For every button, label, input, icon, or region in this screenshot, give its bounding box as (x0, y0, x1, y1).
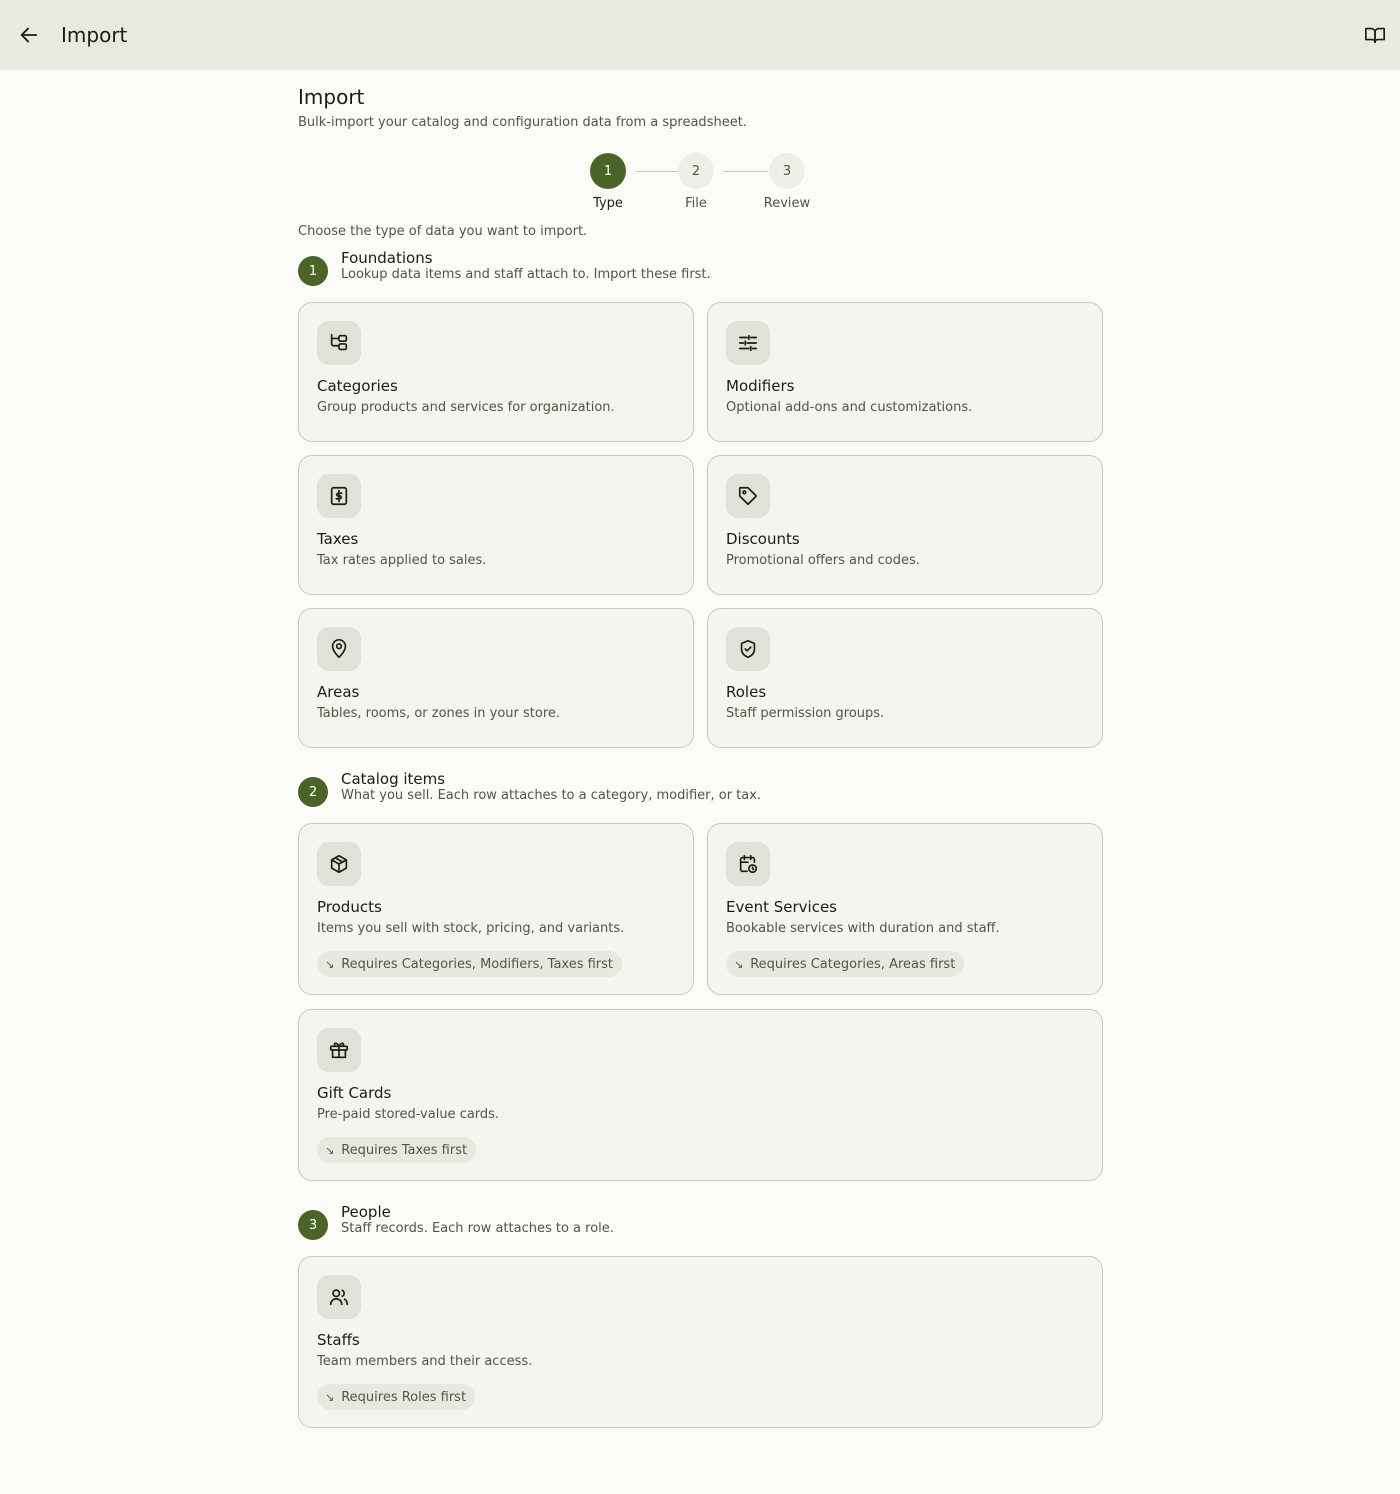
card-description: Group products and services for organiza… (317, 400, 615, 415)
step-type[interactable]: 1 Type (578, 153, 638, 212)
sliders-icon (726, 321, 770, 365)
card-title: Event Services (726, 898, 837, 916)
card-title: Products (317, 898, 382, 916)
section-description: What you sell. Each row attaches to a ca… (341, 788, 762, 803)
arrow-down-right-icon: ↘ (325, 957, 335, 971)
card-categories[interactable]: Categories Group products and services f… (298, 302, 694, 442)
requirement-text: Requires Taxes first (341, 1142, 468, 1158)
requirement-chip: ↘ Requires Categories, Modifiers, Taxes … (317, 951, 623, 977)
card-gift-cards[interactable]: Gift Cards Pre-paid stored-value cards. … (298, 1009, 1103, 1181)
requirement-text: Requires Roles first (341, 1389, 467, 1405)
card-event-services[interactable]: Event Services Bookable services with du… (707, 823, 1103, 995)
step-number: 3 (769, 153, 805, 189)
app-bar-title: Import (61, 23, 128, 47)
step-label: File (685, 196, 707, 211)
map-pin-icon (317, 627, 361, 671)
book-open-icon[interactable] (1360, 20, 1390, 50)
requirement-chip: ↘ Requires Taxes first (317, 1137, 477, 1163)
section-title: Catalog items (341, 770, 446, 788)
card-description: Bookable services with duration and staf… (726, 921, 1000, 936)
card-title: Gift Cards (317, 1084, 392, 1102)
step-number: 1 (590, 153, 626, 189)
page-title: Import (298, 85, 365, 109)
users-icon (317, 1275, 361, 1319)
arrow-down-right-icon: ↘ (325, 1390, 335, 1404)
card-title: Taxes (317, 530, 359, 548)
receipt-dollar-icon (317, 474, 361, 518)
step-review[interactable]: 3 Review (757, 153, 817, 212)
tag-icon (726, 474, 770, 518)
card-description: Staff permission groups. (726, 706, 885, 721)
section-description: Staff records. Each row attaches to a ro… (341, 1221, 614, 1236)
section-number: 1 (298, 256, 328, 286)
card-title: Modifiers (726, 377, 795, 395)
card-description: Optional add-ons and customizations. (726, 400, 973, 415)
instruction-text: Choose the type of data you want to impo… (298, 224, 588, 239)
arrow-left-icon[interactable] (12, 18, 46, 52)
card-description: Team members and their access. (317, 1354, 533, 1369)
arrow-down-right-icon: ↘ (734, 957, 744, 971)
section-catalog-items: 2 Catalog items What you sell. Each row … (298, 770, 1103, 811)
card-areas[interactable]: Areas Tables, rooms, or zones in your st… (298, 608, 694, 748)
card-description: Pre-paid stored-value cards. (317, 1107, 500, 1122)
section-number: 3 (298, 1210, 328, 1240)
card-modifiers[interactable]: Modifiers Optional add-ons and customiza… (707, 302, 1103, 442)
calendar-clock-icon (726, 842, 770, 886)
card-roles[interactable]: Roles Staff permission groups. (707, 608, 1103, 748)
requirement-chip: ↘ Requires Categories, Areas first (726, 951, 965, 977)
card-description: Promotional offers and codes. (726, 553, 920, 568)
section-foundations: 1 Foundations Lookup data items and staf… (298, 249, 1103, 290)
card-staffs[interactable]: Staffs Team members and their access. ↘ … (298, 1256, 1103, 1428)
card-description: Items you sell with stock, pricing, and … (317, 921, 625, 936)
step-number: 2 (678, 153, 714, 189)
gift-icon (317, 1028, 361, 1072)
section-people: 3 People Staff records. Each row attache… (298, 1203, 1103, 1244)
card-title: Categories (317, 377, 398, 395)
requirement-text: Requires Categories, Areas first (750, 956, 956, 972)
arrow-down-right-icon: ↘ (325, 1143, 335, 1157)
shield-check-icon (726, 627, 770, 671)
section-title: Foundations (341, 249, 433, 267)
section-number: 2 (298, 777, 328, 807)
section-description: Lookup data items and staff attach to. I… (341, 267, 711, 282)
card-title: Staffs (317, 1331, 360, 1349)
section-title: People (341, 1203, 391, 1221)
step-file[interactable]: 2 File (666, 153, 726, 212)
top-app-bar: Import (0, 0, 1400, 70)
card-description: Tax rates applied to sales. (317, 553, 487, 568)
requirement-chip: ↘ Requires Roles first (317, 1384, 476, 1410)
step-label: Type (593, 196, 623, 211)
requirement-text: Requires Categories, Modifiers, Taxes fi… (341, 956, 614, 972)
card-title: Areas (317, 683, 360, 701)
import-stepper: 1 Type 2 File 3 Review (588, 153, 828, 213)
card-taxes[interactable]: Taxes Tax rates applied to sales. (298, 455, 694, 595)
card-description: Tables, rooms, or zones in your store. (317, 706, 561, 721)
step-label: Review (763, 196, 811, 211)
card-title: Discounts (726, 530, 800, 548)
card-title: Roles (726, 683, 767, 701)
package-icon (317, 842, 361, 886)
card-discounts[interactable]: Discounts Promotional offers and codes. (707, 455, 1103, 595)
category-tree-icon (317, 321, 361, 365)
card-products[interactable]: Products Items you sell with stock, pric… (298, 823, 694, 995)
page-subtitle: Bulk-import your catalog and configurati… (298, 115, 747, 130)
